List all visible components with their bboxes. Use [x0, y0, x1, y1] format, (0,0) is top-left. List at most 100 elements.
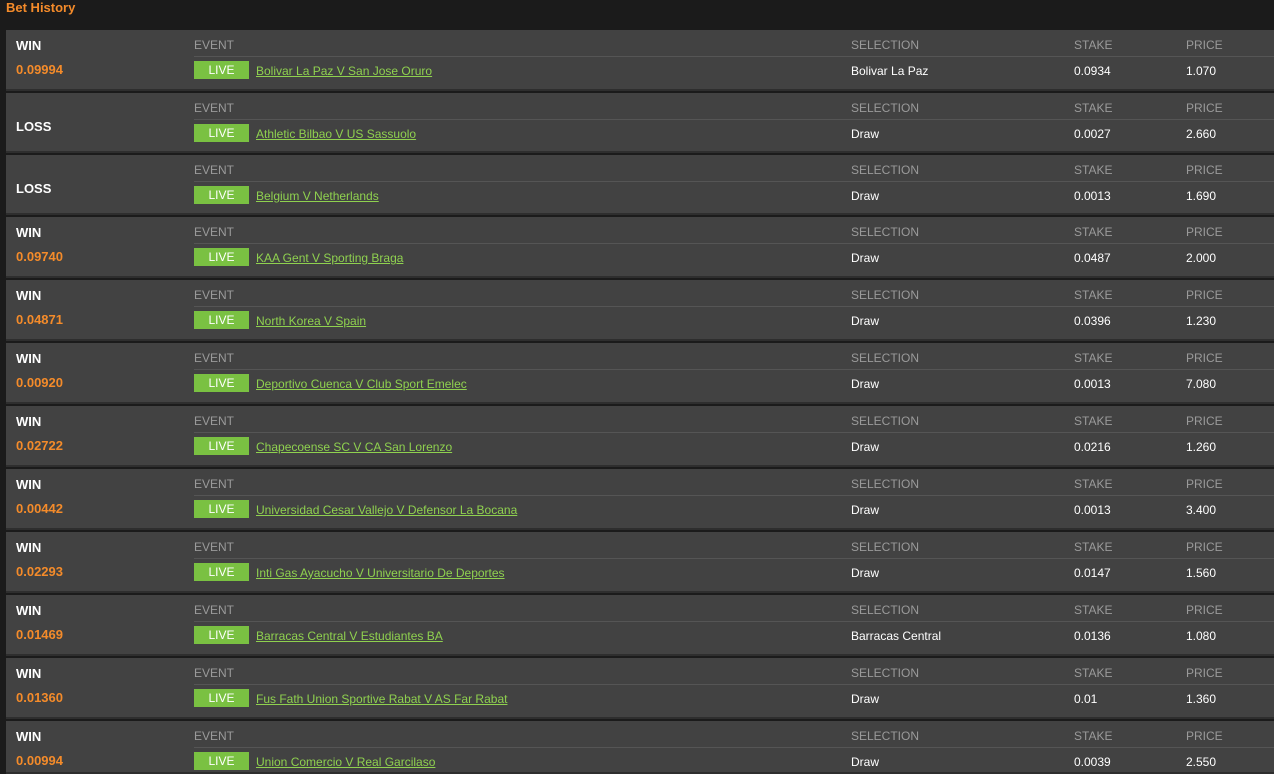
bet-selection: Draw [851, 127, 880, 141]
bet-stake: 0.01 [1074, 692, 1098, 706]
bet-row: LOSS EVENT SELECTION STAKE PRICE LIVE Athletic… [6, 93, 1274, 153]
event-link[interactable]: North Korea V Spain [256, 314, 366, 328]
price-column-header: PRICE [1186, 163, 1223, 177]
bet-stake: 0.0396 [1074, 314, 1111, 328]
row-divider [194, 243, 1274, 244]
live-badge: LIVE [194, 124, 249, 142]
bet-price: 2.660 [1186, 127, 1217, 141]
bet-result: WIN [16, 288, 42, 303]
event-link[interactable]: Chapecoense SC V CA San Lorenzo [256, 440, 452, 454]
selection-column-header: SELECTION [851, 101, 920, 115]
bet-result: WIN [16, 477, 42, 492]
bet-selection: Bolivar La Paz [851, 64, 929, 78]
bet-stake: 0.0216 [1074, 440, 1111, 454]
live-badge: LIVE [194, 752, 249, 770]
selection-column-header: SELECTION [851, 351, 920, 365]
row-divider [194, 621, 1274, 622]
bet-selection: Barracas Central [851, 629, 942, 643]
stake-column-header: STAKE [1074, 288, 1113, 302]
stake-column-header: STAKE [1074, 163, 1113, 177]
bet-result: WIN [16, 225, 42, 240]
bet-payout: 0.01469 [16, 627, 63, 642]
bet-stake: 0.0013 [1074, 377, 1111, 391]
bet-price: 7.080 [1186, 377, 1217, 391]
event-link[interactable]: Inti Gas Ayacucho V Universitario De Dep… [256, 566, 505, 580]
bet-payout: 0.01360 [16, 690, 63, 705]
event-link[interactable]: Bolivar La Paz V San Jose Oruro [256, 64, 432, 78]
price-column-header: PRICE [1186, 414, 1223, 428]
stake-column-header: STAKE [1074, 477, 1113, 491]
price-column-header: PRICE [1186, 603, 1223, 617]
row-divider [194, 119, 1274, 120]
row-divider [194, 56, 1274, 57]
selection-column-header: SELECTION [851, 225, 920, 239]
bet-selection: Draw [851, 566, 880, 580]
row-divider [194, 369, 1274, 370]
bet-row: WIN 0.04871 EVENT SELECTION STAKE PRICE LIVE No… [6, 280, 1274, 341]
bet-result: LOSS [16, 119, 52, 134]
bet-result: WIN [16, 38, 42, 53]
event-link[interactable]: Barracas Central V Estudiantes BA [256, 629, 443, 643]
bet-payout: 0.02722 [16, 438, 63, 453]
bet-payout: 0.04871 [16, 312, 63, 327]
live-badge: LIVE [194, 311, 249, 329]
selection-column-header: SELECTION [851, 38, 920, 52]
live-badge: LIVE [194, 186, 249, 204]
bet-payout: 0.09740 [16, 249, 63, 264]
bet-price: 3.400 [1186, 503, 1217, 517]
bet-row: WIN 0.09740 EVENT SELECTION STAKE PRICE LIVE KA… [6, 217, 1274, 278]
event-link[interactable]: Fus Fath Union Sportive Rabat V AS Far R… [256, 692, 507, 706]
bet-row: LOSS EVENT SELECTION STAKE PRICE LIVE Belgium … [6, 155, 1274, 215]
bet-stake: 0.0147 [1074, 566, 1111, 580]
bet-payout: 0.00920 [16, 375, 63, 390]
bet-selection: Draw [851, 440, 880, 454]
bet-price: 1.690 [1186, 189, 1217, 203]
event-link[interactable]: Union Comercio V Real Garcilaso [256, 755, 435, 769]
selection-column-header: SELECTION [851, 477, 920, 491]
event-column-header: EVENT [194, 225, 235, 239]
bet-result: WIN [16, 540, 42, 555]
bet-selection: Draw [851, 692, 880, 706]
event-link[interactable]: Belgium V Netherlands [256, 189, 379, 203]
bet-price: 1.230 [1186, 314, 1217, 328]
bet-payout: 0.00994 [16, 753, 63, 768]
bet-stake: 0.0027 [1074, 127, 1111, 141]
event-column-header: EVENT [194, 729, 235, 743]
bet-price: 2.550 [1186, 755, 1217, 769]
live-badge: LIVE [194, 626, 249, 644]
selection-column-header: SELECTION [851, 414, 920, 428]
bet-selection: Draw [851, 755, 880, 769]
bet-result: WIN [16, 414, 42, 429]
bet-price: 1.070 [1186, 64, 1217, 78]
event-column-header: EVENT [194, 477, 235, 491]
selection-column-header: SELECTION [851, 163, 920, 177]
stake-column-header: STAKE [1074, 603, 1113, 617]
selection-column-header: SELECTION [851, 288, 920, 302]
stake-column-header: STAKE [1074, 101, 1113, 115]
event-column-header: EVENT [194, 666, 235, 680]
bet-row: WIN 0.01469 EVENT SELECTION STAKE PRICE LIVE Ba… [6, 595, 1274, 656]
bet-row: WIN 0.00994 EVENT SELECTION STAKE PRICE LIVE Un… [6, 721, 1274, 774]
row-divider [194, 684, 1274, 685]
stake-column-header: STAKE [1074, 225, 1113, 239]
row-divider [194, 432, 1274, 433]
live-badge: LIVE [194, 689, 249, 707]
bet-payout: 0.02293 [16, 564, 63, 579]
price-column-header: PRICE [1186, 101, 1223, 115]
bet-history-header: Bet History [0, 0, 1274, 28]
price-column-header: PRICE [1186, 666, 1223, 680]
event-link[interactable]: Deportivo Cuenca V Club Sport Emelec [256, 377, 467, 391]
event-column-header: EVENT [194, 38, 235, 52]
bet-payout: 0.00442 [16, 501, 63, 516]
event-column-header: EVENT [194, 101, 235, 115]
row-divider [194, 181, 1274, 182]
event-link[interactable]: KAA Gent V Sporting Braga [256, 251, 403, 265]
event-column-header: EVENT [194, 603, 235, 617]
bet-row: WIN 0.02722 EVENT SELECTION STAKE PRICE LIVE Ch… [6, 406, 1274, 467]
event-link[interactable]: Athletic Bilbao V US Sassuolo [256, 127, 416, 141]
event-link[interactable]: Universidad Cesar Vallejo V Defensor La … [256, 503, 517, 517]
row-divider [194, 495, 1274, 496]
bet-row: WIN 0.09994 EVENT SELECTION STAKE PRICE LIVE Bo… [6, 30, 1274, 91]
bet-price: 1.360 [1186, 692, 1217, 706]
page-title: Bet History [6, 0, 76, 15]
